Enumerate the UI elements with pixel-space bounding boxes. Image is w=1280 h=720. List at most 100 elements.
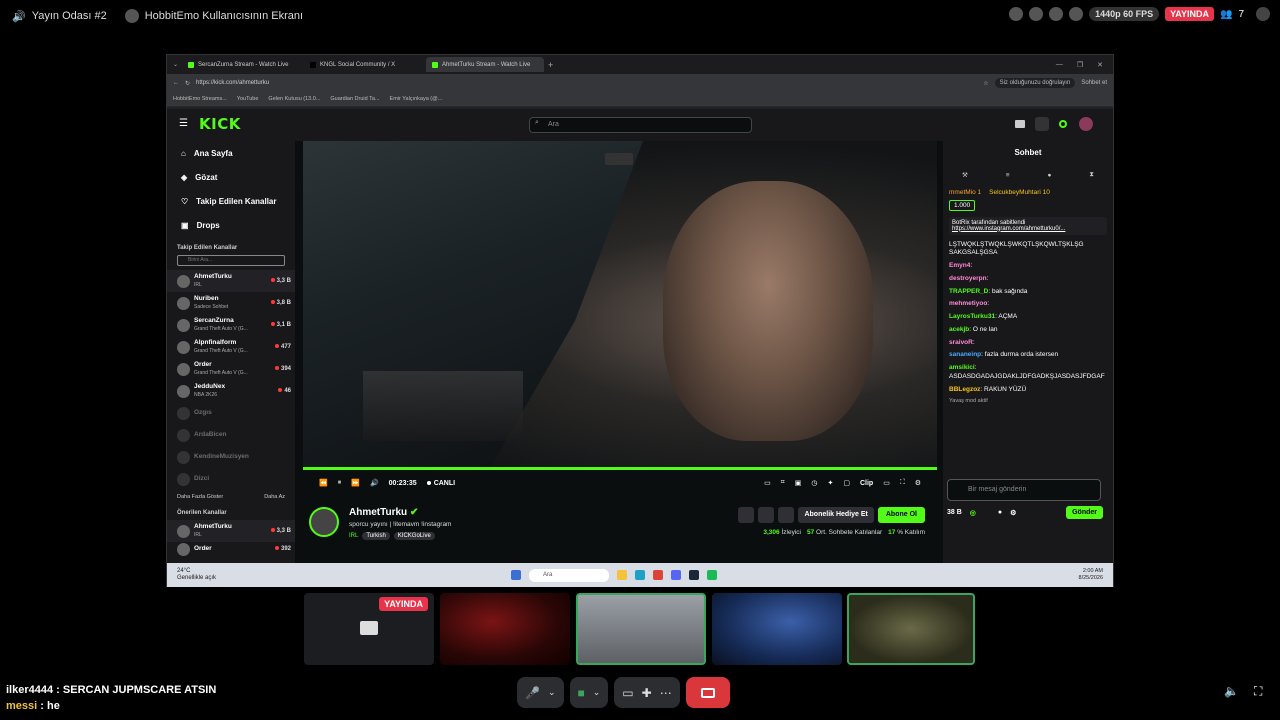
- video-camera-icon[interactable]: ■: [578, 686, 585, 700]
- steam-icon[interactable]: [689, 570, 699, 580]
- chat-bubble-icon[interactable]: [1256, 7, 1270, 21]
- progress-bar[interactable]: [303, 467, 937, 470]
- forward-icon[interactable]: ⏩: [351, 479, 360, 487]
- participant-tile[interactable]: [440, 593, 570, 665]
- disconnect-button[interactable]: [685, 677, 730, 708]
- chat-username[interactable]: TRAPPER_D: [949, 288, 988, 295]
- participant-tile[interactable]: YAYINDA: [304, 593, 434, 665]
- star-icon[interactable]: ☆: [983, 80, 988, 87]
- tag[interactable]: KICKGoLive: [393, 532, 435, 540]
- nav-browse[interactable]: ◈ Gözat: [167, 165, 295, 189]
- nav-following[interactable]: ♡ Takip Edilen Kanallar: [167, 189, 295, 213]
- rewind-icon[interactable]: ⏪: [319, 479, 328, 487]
- gift-sub-button[interactable]: Abonelik Hediye Et: [798, 507, 874, 523]
- effects-icon[interactable]: ✦: [827, 479, 833, 487]
- chat-username[interactable]: sraivoR: [949, 339, 973, 346]
- points-count[interactable]: 38 B: [947, 509, 962, 516]
- channel-name[interactable]: AhmetTurku ✔: [349, 507, 418, 518]
- followed-channel[interactable]: AhmetTurku IRL 3,3 B: [167, 270, 295, 292]
- tag[interactable]: Turkish: [362, 532, 390, 540]
- live-indicator[interactable]: CANLI: [427, 480, 455, 487]
- chat-settings-icon[interactable]: ⚙: [1010, 509, 1016, 517]
- participant-tile[interactable]: [847, 593, 975, 665]
- pinned-link[interactable]: https://www.instagram.com/ahmetturku0/..…: [952, 226, 1104, 232]
- hammer-icon[interactable]: ⚒: [962, 171, 968, 179]
- clip-button[interactable]: Clip: [860, 480, 873, 487]
- category-link[interactable]: IRL: [349, 533, 358, 539]
- show-less-link[interactable]: Daha Az: [264, 494, 285, 500]
- emote-icon[interactable]: ●: [998, 509, 1002, 516]
- followed-channel[interactable]: SercanZurna Grand Theft Auto V (G... 3,1 B: [167, 314, 295, 336]
- bubble-icon[interactable]: ●: [1048, 172, 1052, 179]
- report-icon[interactable]: [738, 507, 755, 523]
- fullscreen-icon[interactable]: ⛶: [900, 479, 905, 487]
- tab-list-icon[interactable]: ⌄: [173, 61, 178, 68]
- hourglass-icon[interactable]: ⧗: [1089, 171, 1094, 179]
- chat-username[interactable]: sananeinp: [949, 351, 981, 358]
- back-icon[interactable]: ←: [173, 80, 179, 86]
- theatre-icon[interactable]: ▢: [843, 479, 850, 487]
- crop-icon[interactable]: ⌗: [781, 479, 785, 487]
- points-icon[interactable]: ◎: [970, 509, 976, 517]
- chat-username[interactable]: mehmetiyoo: [949, 300, 987, 307]
- tab-kngl[interactable]: KNGL Social Community / X: [304, 57, 422, 72]
- chat-username[interactable]: Emyn4: [949, 262, 970, 269]
- camera-control[interactable]: ■ ⌄: [569, 677, 609, 708]
- offline-channel[interactable]: KendineMuzisyen: [167, 446, 295, 468]
- verify-pill[interactable]: Siz olduğunuzu doğrulayın: [994, 78, 1076, 88]
- recommended-channel[interactable]: AhmetTurku IRL 3,3 B: [167, 520, 295, 542]
- chat-username[interactable]: amsikici: [949, 364, 975, 371]
- subscribe-button[interactable]: Abone Ol: [877, 507, 925, 523]
- pip-icon[interactable]: [605, 153, 633, 165]
- discord-icon[interactable]: [671, 570, 681, 580]
- pause-icon[interactable]: ⏸: [338, 479, 342, 487]
- recommended-channel[interactable]: Order 392: [167, 542, 295, 556]
- refresh-icon[interactable]: ↻: [185, 80, 190, 87]
- edge-icon[interactable]: [635, 570, 645, 580]
- offline-channel[interactable]: ArdaBicen: [167, 424, 295, 446]
- microphone-icon[interactable]: 🎤: [525, 686, 540, 700]
- participant-tile[interactable]: [576, 593, 706, 665]
- participant-tile[interactable]: [712, 593, 842, 665]
- bookmark[interactable]: HobbitEmo Streams...: [173, 96, 227, 102]
- volume-icon[interactable]: 🔊: [370, 479, 379, 487]
- tab-ahmetturku[interactable]: AhmetTurku Stream - Watch Live: [426, 57, 545, 72]
- camera-icon[interactable]: ▭: [764, 479, 771, 487]
- offline-channel[interactable]: Dizci: [167, 468, 295, 490]
- chat-input[interactable]: Bir mesaj gönderin: [947, 479, 1101, 501]
- pinned-message[interactable]: BotRix tarafından sabitlendi https://www…: [949, 216, 1107, 235]
- list-icon[interactable]: ≡: [1006, 172, 1010, 179]
- chat-username[interactable]: destroyerpn: [949, 275, 987, 282]
- fullscreen-icon[interactable]: ⛶: [1254, 684, 1262, 699]
- channel-avatar[interactable]: [309, 507, 339, 537]
- chevron-down-icon[interactable]: ⌄: [593, 687, 601, 698]
- close-icon[interactable]: ✕: [1097, 61, 1103, 69]
- nav-home[interactable]: ⌂ Ana Sayfa: [167, 141, 295, 165]
- bell-icon[interactable]: [758, 507, 775, 523]
- followed-channel[interactable]: Nuriben Sadece Sohbet 3,8 B: [167, 292, 295, 314]
- offline-channel[interactable]: Ozgıs: [167, 402, 295, 424]
- profile-avatar[interactable]: [1079, 117, 1093, 131]
- followed-channel[interactable]: Alpnfinalform Grand Theft Auto V (G... 477: [167, 336, 295, 358]
- weather-widget[interactable]: 24°C Genellikle açık: [177, 568, 216, 581]
- speed-icon[interactable]: ◷: [811, 479, 817, 487]
- nav-drops[interactable]: ▣ Drops: [167, 213, 295, 237]
- settings-icon[interactable]: ⚙: [915, 479, 921, 487]
- more-icon[interactable]: ⋯: [660, 686, 672, 700]
- bookmark[interactable]: Gelen Kutusu (13.0...: [268, 96, 320, 102]
- chevron-down-icon[interactable]: ⌄: [548, 687, 556, 698]
- send-button[interactable]: Gönder: [1066, 506, 1103, 519]
- volume-icon[interactable]: 🔈: [1224, 684, 1239, 698]
- share-screen-icon[interactable]: ▭: [622, 686, 633, 700]
- wallet-icon[interactable]: [1015, 120, 1025, 128]
- followed-channel[interactable]: Order Grand Theft Auto V (G... 394: [167, 358, 295, 380]
- mic-control[interactable]: 🎤 ⌄: [517, 677, 564, 708]
- screenshot-icon[interactable]: ▣: [795, 479, 802, 487]
- file-explorer-icon[interactable]: [617, 570, 627, 580]
- taskbar-clock[interactable]: 2:00 AM 8/25/2026: [1079, 568, 1103, 581]
- chat-username[interactable]: BBLegzoz: [949, 386, 980, 393]
- miniplayer-icon[interactable]: ▭: [883, 479, 890, 487]
- followed-channel[interactable]: JedduNex NBA 2K26 46: [167, 380, 295, 402]
- video-player[interactable]: [303, 141, 937, 468]
- chat-username[interactable]: acekjb: [949, 326, 969, 333]
